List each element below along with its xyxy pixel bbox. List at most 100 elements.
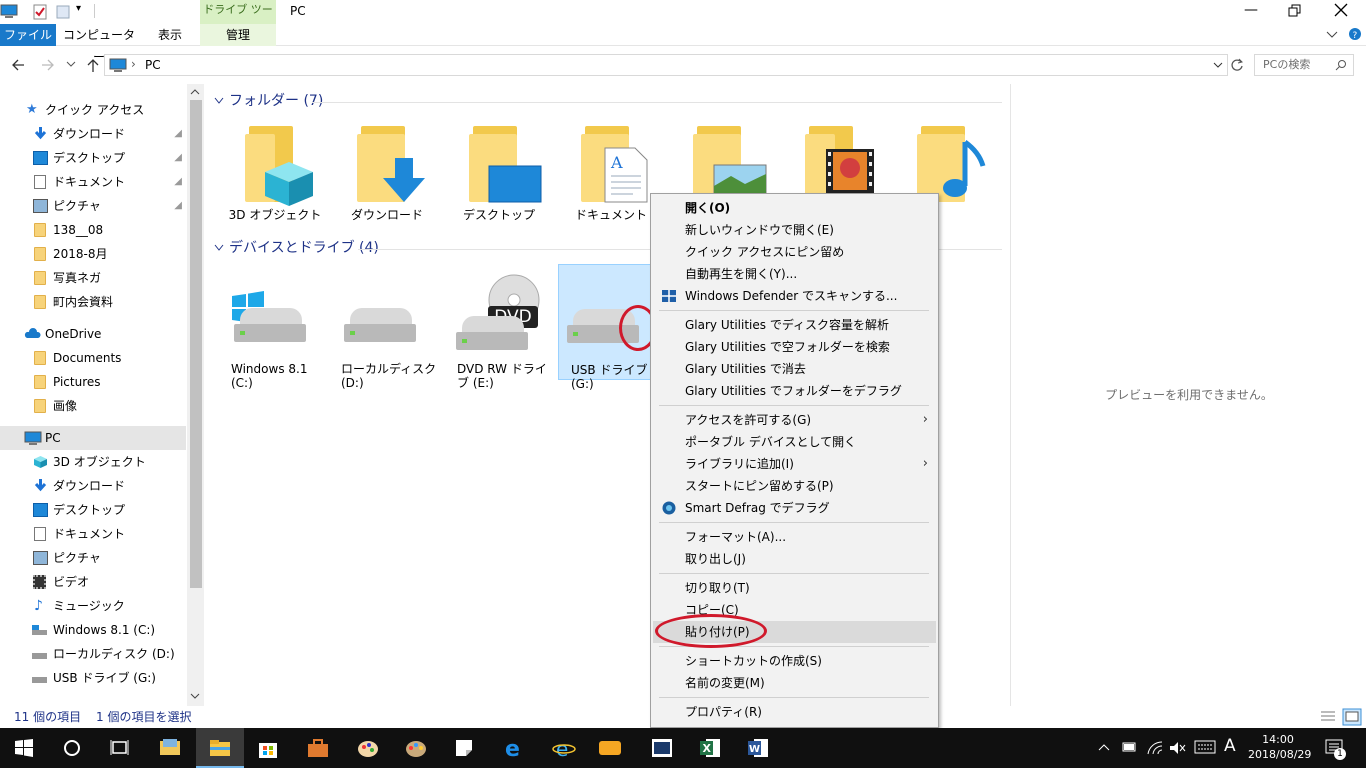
nav-quick-pictures[interactable]: ピクチャ ◢ <box>0 194 186 218</box>
nav-pc-videos[interactable]: ビデオ <box>0 570 186 594</box>
nav-pc-documents[interactable]: ドキュメント <box>0 522 186 546</box>
new-folder-icon[interactable] <box>56 4 70 20</box>
collapse-chevron-icon[interactable] <box>214 244 224 252</box>
nav-onedrive-pictures[interactable]: Pictures <box>0 370 186 394</box>
nav-folder-138[interactable]: 138__08 <box>0 218 186 242</box>
nav-quick-desktop[interactable]: デスクトップ ◢ <box>0 146 186 170</box>
wifi-icon[interactable] <box>1146 740 1164 756</box>
menu-glary-empty-folders[interactable]: Glary Utilities で空フォルダーを検索 <box>653 336 936 358</box>
tab-view[interactable]: 表示 <box>148 24 192 46</box>
ime-pad-icon[interactable] <box>650 736 674 760</box>
drive-d[interactable]: ローカルディスク (D:) <box>336 264 436 390</box>
menu-smart-defrag[interactable]: Smart Defrag でデフラグ <box>653 497 936 519</box>
menu-cut[interactable]: 切り取り(T) <box>653 577 936 599</box>
store-icon[interactable] <box>256 736 280 760</box>
menu-eject[interactable]: 取り出し(J) <box>653 548 936 570</box>
up-arrow-icon[interactable] <box>85 57 101 73</box>
nav-pc-drive-g[interactable]: USB ドライブ (G:) <box>0 666 186 690</box>
explorer-taskbar-button[interactable] <box>196 728 244 768</box>
battery-icon[interactable] <box>1120 740 1138 754</box>
properties-check-icon[interactable] <box>32 4 48 20</box>
large-icons-view-icon[interactable] <box>1342 708 1362 726</box>
edge-browser-icon[interactable]: e <box>502 736 526 760</box>
menu-open-autoplay[interactable]: 自動再生を開く(Y)... <box>653 263 936 285</box>
folders-group-header[interactable]: フォルダー (7) <box>229 91 323 111</box>
nav-quick-access[interactable]: ★ クイック アクセス <box>0 98 186 122</box>
nav-pc-pictures[interactable]: ピクチャ <box>0 546 186 570</box>
drives-group-header[interactable]: デバイスとドライブ (4) <box>229 238 379 258</box>
paint-app-icon[interactable] <box>356 736 380 760</box>
pin-icon[interactable]: ◢ <box>174 146 182 170</box>
nav-quick-downloads[interactable]: ダウンロード ◢ <box>0 122 186 146</box>
cortana-search-icon[interactable] <box>60 736 84 760</box>
help-icon[interactable]: ? <box>1348 27 1362 41</box>
folder-desktop[interactable]: デスクトップ <box>449 118 549 230</box>
address-dropdown-icon[interactable] <box>1213 62 1223 70</box>
nav-onedrive-images[interactable]: 画像 <box>0 394 186 418</box>
minimize-button[interactable]: — <box>1244 0 1258 20</box>
orange-app-icon[interactable] <box>598 736 622 760</box>
ribbon-expand-icon[interactable] <box>1326 30 1338 40</box>
menu-glary-defrag[interactable]: Glary Utilities でフォルダーをデフラグ <box>653 380 936 402</box>
menu-open-new-window[interactable]: 新しいウィンドウで開く(E) <box>653 219 936 241</box>
pin-icon[interactable]: ◢ <box>174 122 182 146</box>
menu-glary-erase[interactable]: Glary Utilities で消去 <box>653 358 936 380</box>
toolbox-app-icon[interactable] <box>306 736 330 760</box>
nav-pc-desktop[interactable]: デスクトップ <box>0 498 186 522</box>
nav-folder-2018[interactable]: 2018-8月 <box>0 242 186 266</box>
menu-give-access[interactable]: アクセスを許可する(G) › <box>653 409 936 431</box>
menu-format[interactable]: フォーマット(A)... <box>653 526 936 548</box>
folder-downloads[interactable]: ダウンロード <box>337 118 437 230</box>
nav-pc-3d-objects[interactable]: 3D オブジェクト <box>0 450 186 474</box>
recent-locations-icon[interactable] <box>66 61 76 69</box>
pin-icon[interactable]: ◢ <box>174 194 182 218</box>
file-manager-app-icon[interactable] <box>158 736 182 760</box>
details-view-icon[interactable] <box>1320 710 1336 724</box>
close-button[interactable] <box>1334 3 1348 17</box>
menu-pin-quick-access[interactable]: クイック アクセスにピン留め <box>653 241 936 263</box>
menu-create-shortcut[interactable]: ショートカットの作成(S) <box>653 650 936 672</box>
address-bar[interactable]: › PC <box>104 54 1228 76</box>
nav-pc-music[interactable]: ♪ ミュージック <box>0 594 186 618</box>
nav-pc-drive-d[interactable]: ローカルディスク (D:) <box>0 642 186 666</box>
nav-onedrive[interactable]: OneDrive <box>0 322 186 346</box>
show-hidden-icons-chevron[interactable] <box>1098 742 1110 752</box>
scroll-down-icon[interactable] <box>190 692 200 700</box>
nav-folder-neighborhood[interactable]: 町内会資料 <box>0 290 186 314</box>
word-icon[interactable]: W <box>746 736 770 760</box>
drive-e-dvd[interactable]: DVD DVD RW ドライブ (E:) <box>448 264 548 390</box>
excel-icon[interactable]: X <box>698 736 722 760</box>
pin-icon[interactable]: ◢ <box>174 170 182 194</box>
start-windows-icon[interactable] <box>12 736 36 760</box>
collapse-chevron-icon[interactable] <box>214 97 224 105</box>
menu-add-to-library[interactable]: ライブラリに追加(I) › <box>653 453 936 475</box>
nav-pc-downloads[interactable]: ダウンロード <box>0 474 186 498</box>
menu-open[interactable]: 開く(O) <box>653 197 936 219</box>
nav-folder-photo-negatives[interactable]: 写真ネガ <box>0 266 186 290</box>
clock[interactable]: 14:00 2018/08/29 <box>1248 732 1311 762</box>
folder-3d-objects[interactable]: 3D オブジェクト <box>225 118 325 230</box>
volume-muted-icon[interactable] <box>1168 740 1186 756</box>
refresh-icon[interactable] <box>1230 58 1244 72</box>
nav-scrollbar-thumb[interactable] <box>190 100 202 588</box>
tab-computer[interactable]: コンピューター <box>62 24 136 64</box>
tab-manage[interactable]: 管理 <box>200 24 276 46</box>
menu-pin-start[interactable]: スタートにピン留めする(P) <box>653 475 936 497</box>
forward-arrow-icon[interactable] <box>40 58 56 72</box>
search-input[interactable]: PCの検索 <box>1254 54 1354 76</box>
task-view-icon[interactable] <box>108 736 132 760</box>
nav-pc[interactable]: PC <box>0 426 186 450</box>
keyboard-icon[interactable] <box>1194 740 1216 754</box>
breadcrumb-separator[interactable]: › <box>131 57 136 71</box>
sticky-notes-icon[interactable] <box>452 736 476 760</box>
qat-dropdown-icon[interactable]: ▾ <box>76 3 81 14</box>
folder-documents[interactable]: A ドキュメント <box>561 118 661 230</box>
menu-open-portable[interactable]: ポータブル デバイスとして開く <box>653 431 936 453</box>
tab-file[interactable]: ファイル <box>0 24 56 46</box>
menu-defender-scan[interactable]: Windows Defender でスキャンする... <box>653 285 936 307</box>
nav-onedrive-documents[interactable]: Documents <box>0 346 186 370</box>
menu-rename[interactable]: 名前の変更(M) <box>653 672 936 694</box>
breadcrumb-pc[interactable]: PC <box>145 58 161 72</box>
drive-c[interactable]: Windows 8.1 (C:) <box>224 264 324 390</box>
restore-button[interactable] <box>1288 4 1302 18</box>
